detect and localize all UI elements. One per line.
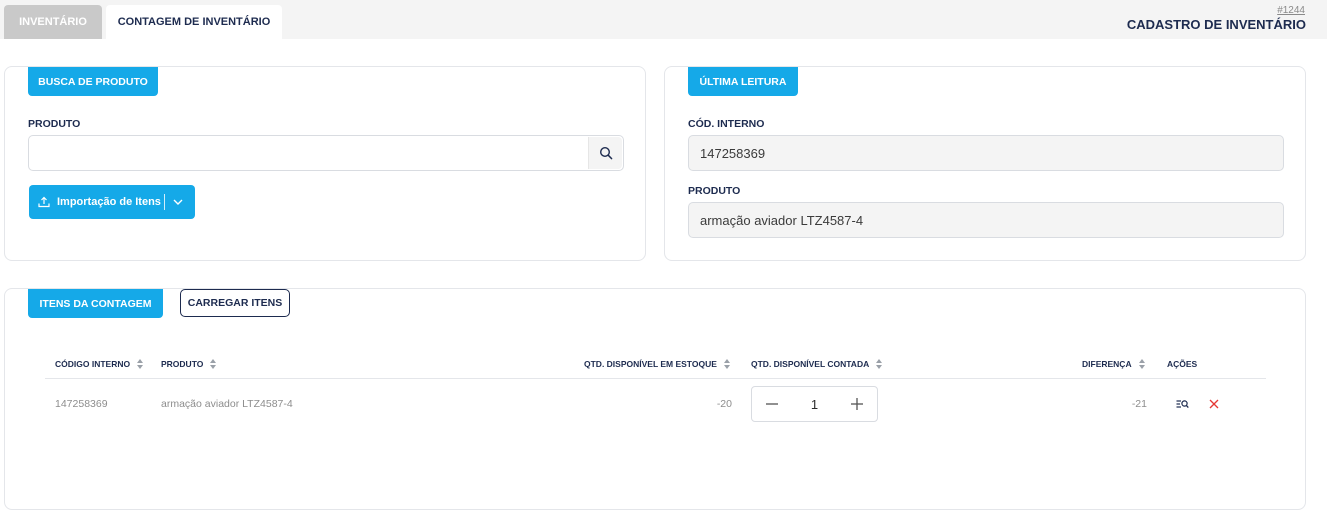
minus-icon — [766, 403, 778, 405]
produto-label: PRODUTO — [28, 118, 81, 130]
itens-contagem-header: ITENS DA CONTAGEM — [28, 289, 163, 318]
quantity-value[interactable]: 1 — [792, 387, 837, 421]
col-qtd-estoque-label: QTD. DISPONÍVEL EM ESTOQUE — [584, 359, 717, 369]
record-id-link[interactable]: #1244 — [1277, 5, 1305, 16]
increment-button[interactable] — [839, 387, 875, 421]
col-qtd-contada-label: QTD. DISPONÍVEL CONTADA — [751, 359, 870, 369]
col-codigo-interno-label: CÓDIGO INTERNO — [55, 359, 131, 369]
cod-interno-label: CÓD. INTERNO — [688, 118, 765, 130]
list-search-icon — [1176, 399, 1189, 408]
col-acoes-label: AÇÕES — [1167, 359, 1198, 369]
importacao-itens-button[interactable]: Importação de Itens — [29, 185, 195, 219]
tab-inventario[interactable]: INVENTÁRIO — [4, 5, 102, 39]
plus-icon — [851, 398, 863, 410]
col-diferenca[interactable]: DIFERENÇA — [1082, 359, 1146, 369]
col-produto-label: PRODUTO — [161, 359, 204, 369]
sort-icon — [876, 359, 883, 369]
page-title: CADASTRO DE INVENTÁRIO — [1126, 17, 1306, 32]
col-codigo-interno[interactable]: CÓDIGO INTERNO — [55, 359, 144, 369]
tab-contagem-inventario[interactable]: CONTAGEM DE INVENTÁRIO — [106, 5, 282, 39]
delete-button[interactable] — [1207, 397, 1221, 411]
sort-icon — [210, 359, 217, 369]
sort-icon — [137, 359, 144, 369]
sort-icon — [723, 359, 731, 369]
upload-icon — [38, 196, 51, 209]
decrement-button[interactable] — [754, 387, 790, 421]
importacao-itens-label: Importação de Itens — [57, 196, 161, 208]
close-icon — [1209, 399, 1219, 409]
ultima-produto-label: PRODUTO — [688, 185, 741, 197]
details-button[interactable] — [1175, 397, 1189, 411]
search-button[interactable] — [588, 137, 622, 169]
carregar-itens-button[interactable]: CARREGAR ITENS — [180, 289, 290, 317]
ultima-leitura-header: ÚLTIMA LEITURA — [688, 67, 798, 96]
chevron-down-icon[interactable] — [171, 196, 185, 208]
cod-interno-field: 147258369 — [688, 135, 1284, 171]
cell-produto: armação aviador LTZ4587-4 — [161, 398, 293, 410]
col-produto[interactable]: PRODUTO — [161, 359, 217, 369]
ultima-leitura-card: ÚLTIMA LEITURA CÓD. INTERNO 147258369 PR… — [664, 66, 1306, 261]
busca-produto-card: BUSCA DE PRODUTO PRODUTO Importação de I… — [4, 66, 646, 261]
header-divider — [45, 378, 1266, 379]
produto-search-input[interactable] — [28, 135, 624, 171]
itens-contagem-card: ITENS DA CONTAGEM CARREGAR ITENS CÓDIGO … — [4, 288, 1306, 510]
cell-diferenca: -21 — [1131, 398, 1147, 410]
button-divider — [164, 194, 165, 210]
col-qtd-estoque[interactable]: QTD. DISPONÍVEL EM ESTOQUE — [584, 359, 731, 369]
sort-icon — [1138, 359, 1146, 369]
col-diferenca-label: DIFERENÇA — [1082, 359, 1132, 369]
busca-produto-header: BUSCA DE PRODUTO — [28, 67, 158, 96]
cell-codigo: 147258369 — [55, 398, 108, 410]
col-qtd-contada[interactable]: QTD. DISPONÍVEL CONTADA — [751, 359, 883, 369]
search-icon — [599, 146, 612, 160]
ultima-produto-field: armação aviador LTZ4587-4 — [688, 202, 1284, 238]
cell-estoque: -20 — [716, 398, 732, 410]
quantity-stepper[interactable]: 1 — [751, 386, 878, 422]
top-bar: INVENTÁRIO CONTAGEM DE INVENTÁRIO #1244 … — [0, 0, 1327, 39]
col-acoes: AÇÕES — [1167, 359, 1197, 369]
